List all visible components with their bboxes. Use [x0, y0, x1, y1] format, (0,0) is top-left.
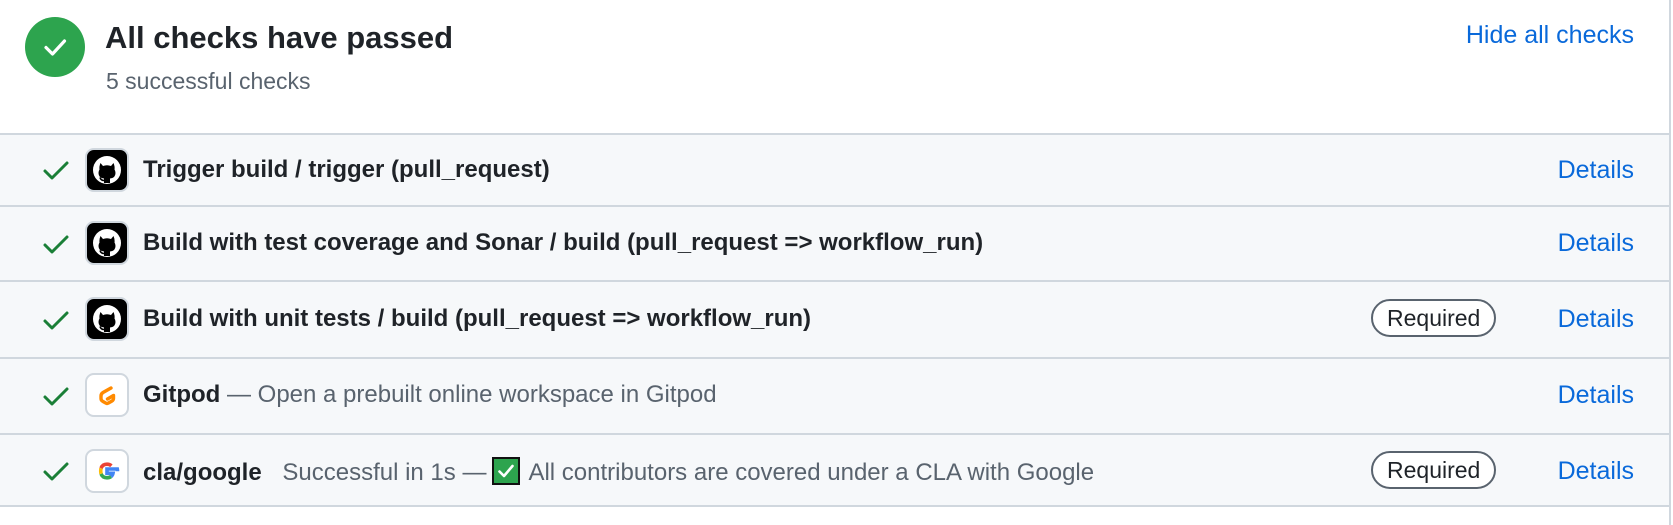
- check-icon: [43, 387, 69, 406]
- cla-status-text: All contributors are covered under a CLA…: [528, 459, 1095, 486]
- checks-summary-header: All checks have passed 5 successful chec…: [0, 0, 1669, 133]
- required-badge: Required: [1371, 451, 1497, 489]
- github-icon[interactable]: [85, 221, 129, 265]
- check-row-build-unit-tests: Build with unit tests / build (pull_requ…: [0, 280, 1669, 357]
- check-name: Build with unit tests / build (pull_requ…: [143, 305, 812, 332]
- details-link[interactable]: Details: [1558, 229, 1634, 258]
- check-icon: [43, 235, 69, 254]
- checks-panel: All checks have passed 5 successful chec…: [0, 0, 1673, 525]
- check-title: Trigger build / trigger (pull_request): [143, 156, 550, 184]
- hide-all-checks-link[interactable]: Hide all checks: [1466, 21, 1634, 50]
- check-row-cla-google: cla/google Successful in 1s — All contrib…: [0, 433, 1669, 507]
- github-icon[interactable]: [85, 148, 129, 192]
- check-name: Trigger build / trigger (pull_request): [143, 156, 550, 183]
- check-title: Build with test coverage and Sonar / bui…: [143, 229, 983, 257]
- check-title: cla/google Successful in 1s — All contrib…: [143, 457, 1094, 487]
- github-icon[interactable]: [85, 297, 129, 341]
- details-link[interactable]: Details: [1558, 457, 1634, 486]
- checks-summary-count: 5 successful checks: [106, 68, 311, 94]
- check-icon: [43, 462, 69, 481]
- check-name: cla/google: [143, 459, 262, 486]
- checkbox-checked-icon: [492, 457, 521, 485]
- details-link[interactable]: Details: [1558, 381, 1634, 410]
- required-badge: Required: [1371, 299, 1497, 337]
- details-link[interactable]: Details: [1558, 156, 1634, 185]
- check-row-gitpod: Gitpod — Open a prebuilt online workspac…: [0, 357, 1669, 433]
- check-name: Build with test coverage and Sonar / bui…: [143, 229, 984, 256]
- check-description: — Open a prebuilt online workspace in Gi…: [226, 381, 717, 408]
- checks-summary-title: All checks have passed: [105, 20, 454, 55]
- check-row-trigger-build: Trigger build / trigger (pull_request) D…: [0, 133, 1669, 205]
- check-row-build-coverage-sonar: Build with test coverage and Sonar / bui…: [0, 205, 1669, 280]
- check-title: Gitpod — Open a prebuilt online workspac…: [143, 381, 717, 409]
- check-icon: [43, 161, 69, 180]
- check-icon: [43, 311, 69, 330]
- google-icon[interactable]: [85, 449, 129, 493]
- gitpod-icon[interactable]: [85, 373, 129, 417]
- details-link[interactable]: Details: [1558, 305, 1634, 334]
- check-description: Successful in 1s — All contributors are c…: [268, 457, 1095, 486]
- check-title: Build with unit tests / build (pull_requ…: [143, 305, 811, 333]
- check-circle-icon: [25, 17, 85, 77]
- panel-right-border: [1669, 0, 1671, 525]
- check-duration: Successful in 1s —: [282, 459, 487, 486]
- check-name: Gitpod: [143, 381, 221, 408]
- checks-list: Trigger build / trigger (pull_request) D…: [0, 133, 1669, 507]
